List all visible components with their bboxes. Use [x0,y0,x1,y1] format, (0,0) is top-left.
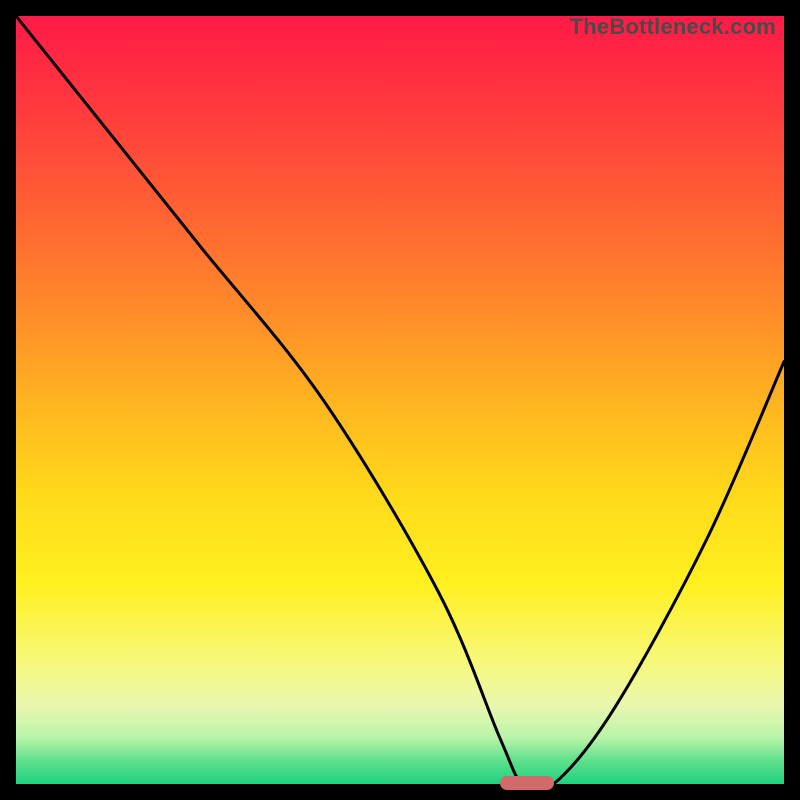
chart-frame: TheBottleneck.com [0,0,800,800]
bottleneck-curve [16,16,784,784]
curve-path [16,16,784,792]
optimal-range-marker [500,776,554,790]
plot-area: TheBottleneck.com [16,16,784,784]
